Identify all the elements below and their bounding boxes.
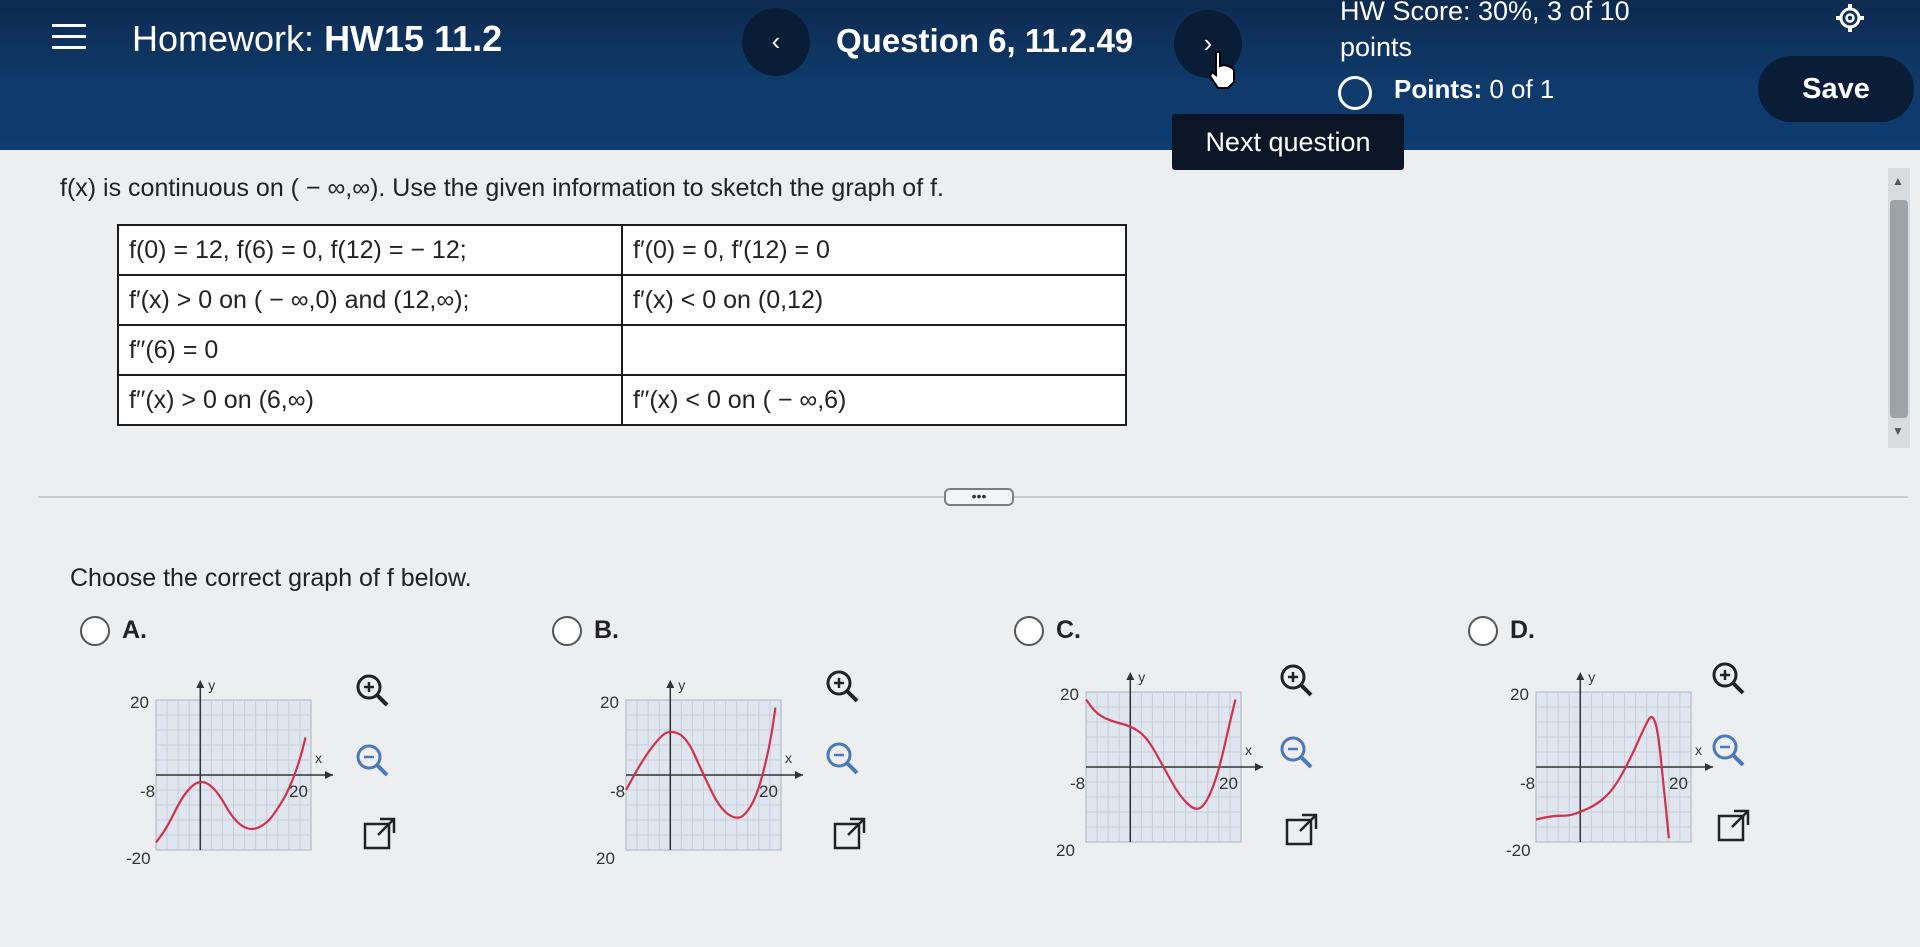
hw-score-unit: points [1340,32,1413,62]
expand-more-button[interactable]: ••• [944,488,1014,506]
x-min-tick-label: -8 [1070,774,1085,793]
y-min-tick-label: -20 [1506,841,1531,860]
y-max-tick-label: 20 [1510,685,1529,704]
choose-prompt: Choose the correct graph of f below. [70,564,472,592]
menu-icon[interactable] [52,24,86,50]
problem-prompt: f(x) is continuous on ( − ∞,∞). Use the … [60,174,944,202]
option-d-graph: y x 20 -20 -8 20 [1506,669,1713,860]
table-cell: f(0) = 12, f(6) = 0, f(12) = − 12; [117,224,623,276]
question-points: Points: 0 of 1 [1394,74,1555,104]
x-axis-label: x [315,750,322,766]
y-axis-arrow [1576,672,1585,680]
option-a-radio[interactable] [80,616,110,646]
table-cell: f′′(x) > 0 on (6,∞) [117,374,623,426]
homework-title: Homework: HW15 11.2 [132,18,503,59]
y-min-tick-label: 20 [596,849,615,868]
table-cell: f′′(x) < 0 on ( − ∞,6) [621,374,1127,426]
scroll-down-icon[interactable]: ▼ [1892,424,1904,438]
save-button[interactable]: Save [1758,56,1914,122]
question-content: f(x) is continuous on ( − ∞,∞). Use the … [0,150,1908,947]
x-min-tick-label: -8 [140,782,155,801]
table-cell: f′′(6) = 0 [117,324,623,376]
x-max-tick-label: 20 [759,782,778,801]
open-new-window-icon[interactable] [830,814,870,854]
open-new-window-icon[interactable] [1714,806,1754,846]
x-axis-label: x [785,750,792,766]
x-max-tick-label: 20 [1219,774,1238,793]
y-axis-arrow [666,680,675,688]
open-new-window-icon[interactable] [360,814,400,854]
previous-question-button[interactable]: ‹ [742,8,810,76]
table-row: f(0) = 12, f(6) = 0, f(12) = − 12; f′(0)… [117,224,1127,276]
x-axis-label: x [1245,742,1252,758]
option-d-label: D. [1510,616,1535,644]
option-d-radio[interactable] [1468,616,1498,646]
hand-pointer-icon [1208,51,1235,89]
option-a-graph: y x 20 -20 -8 20 [126,677,333,868]
table-row: f′′(x) > 0 on (6,∞) f′′(x) < 0 on ( − ∞,… [117,374,1127,426]
option-c-radio[interactable] [1014,616,1044,646]
points-status-circle-icon [1338,76,1372,110]
x-axis-label: x [1695,742,1702,758]
option-b-label: B. [594,616,619,644]
x-min-tick-label: -8 [1520,774,1535,793]
zoom-out-icon[interactable] [1276,732,1316,772]
y-max-tick-label: 20 [1060,685,1079,704]
zoom-out-icon[interactable] [822,738,862,778]
y-axis-arrow [1126,672,1135,680]
x-max-tick-label: 20 [289,782,308,801]
scroll-up-icon[interactable]: ▲ [1892,174,1904,188]
y-axis-label: y [1138,669,1145,685]
option-c-graph: y x 20 20 -8 20 [1056,669,1263,860]
table-cell [621,324,1127,376]
zoom-out-icon[interactable] [1708,730,1748,770]
zoom-out-icon[interactable] [352,740,392,780]
option-a-label: A. [122,616,147,644]
table-cell: f′(x) > 0 on ( − ∞,0) and (12,∞); [117,274,623,326]
table-row: f′′(6) = 0 [117,324,1127,376]
y-axis-arrow [196,680,205,688]
x-min-tick-label: -8 [610,782,625,801]
x-max-tick-label: 20 [1669,774,1688,793]
given-information-table: f(0) = 12, f(6) = 0, f(12) = − 12; f′(0)… [117,224,1127,426]
top-bar: Homework: HW15 11.2 ‹ Question 6, 11.2.4… [0,0,1920,150]
open-new-window-icon[interactable] [1282,810,1322,850]
x-axis-arrow [325,771,333,779]
option-b-graph: y x 20 20 -8 20 [596,677,803,868]
option-c-label: C. [1056,616,1081,644]
y-max-tick-label: 20 [130,693,149,712]
option-b-radio[interactable] [552,616,582,646]
scrollbar-thumb[interactable] [1890,200,1908,418]
y-axis-label: y [1588,669,1595,685]
x-axis-arrow [795,771,803,779]
y-axis-label: y [678,677,685,693]
y-min-tick-label: -20 [126,849,151,868]
question-title: Question 6, 11.2.49 [836,22,1134,59]
zoom-in-icon[interactable] [822,666,862,706]
hw-score: HW Score: 30%, 3 of 10 [1340,0,1630,26]
table-cell: f′(0) = 0, f′(12) = 0 [621,224,1127,276]
table-cell: f′(x) < 0 on (0,12) [621,274,1127,326]
zoom-in-icon[interactable] [1708,658,1748,698]
gear-icon[interactable] [1830,0,1870,36]
y-max-tick-label: 20 [600,693,619,712]
zoom-in-icon[interactable] [352,670,392,710]
y-axis-label: y [208,677,215,693]
table-row: f′(x) > 0 on ( − ∞,0) and (12,∞); f′(x) … [117,274,1127,326]
x-axis-arrow [1255,763,1263,771]
y-min-tick-label: 20 [1056,841,1075,860]
zoom-in-icon[interactable] [1276,660,1316,700]
